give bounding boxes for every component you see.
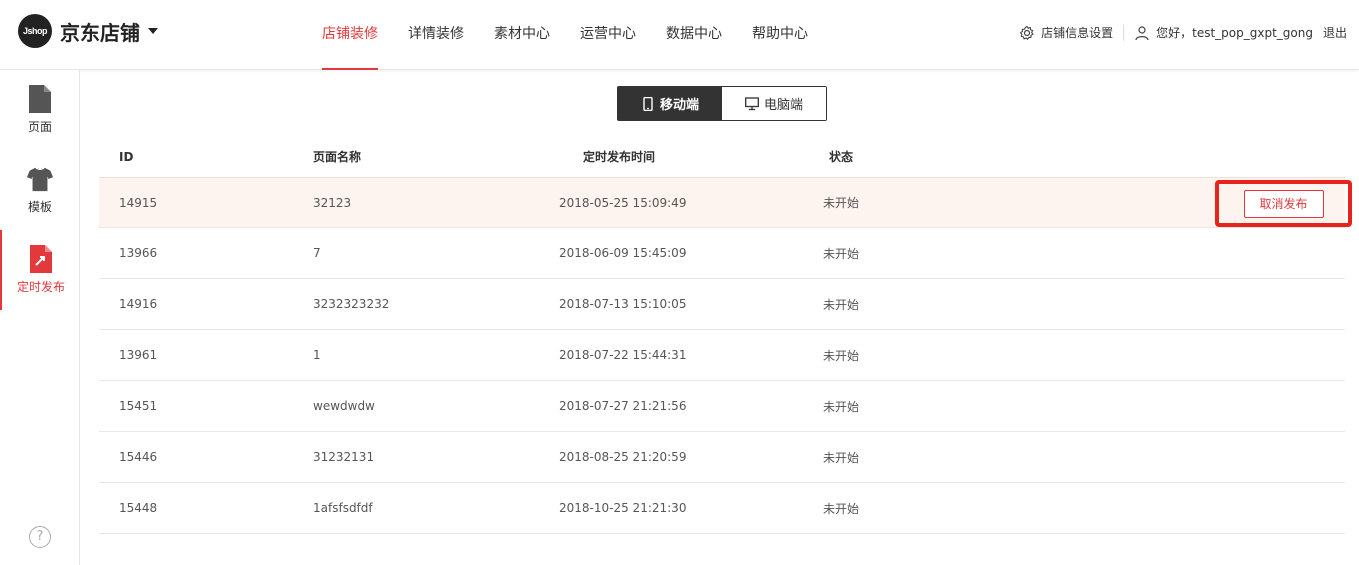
left-sidebar: 页面 模板 定时发布 ?	[0, 70, 80, 565]
scheduled-publish-icon	[30, 245, 52, 273]
cell-id: 14916	[119, 297, 158, 311]
cell-name: 7	[313, 246, 321, 260]
cell-status: 未开始	[823, 348, 860, 363]
help-icon[interactable]: ?	[29, 526, 51, 548]
cell-time: 2018-06-09 15:45:09	[559, 246, 687, 260]
cell-id: 13961	[119, 348, 158, 362]
table-row[interactable]: 15446 31232131 2018-08-25 21:20:59 未开始	[99, 432, 1345, 483]
cell-id: 15448	[119, 501, 158, 515]
gear-icon	[1019, 25, 1034, 40]
cell-status: 未开始	[823, 501, 860, 516]
cell-name: 3232323232	[313, 297, 390, 311]
mobile-toggle-button[interactable]: 移动端	[618, 87, 722, 120]
table-header: ID 页面名称 定时发布时间 状态	[99, 136, 1345, 177]
nav-data-center[interactable]: 数据中心	[666, 0, 722, 70]
monitor-icon	[745, 96, 759, 110]
mobile-toggle-label: 移动端	[659, 98, 699, 113]
col-header-name: 页面名称	[313, 150, 362, 164]
table-row[interactable]: 15448 1afsfsdfdf 2018-10-25 21:21:30 未开始	[99, 483, 1345, 534]
header-divider	[1123, 24, 1125, 41]
cell-name: 1afsfsdfdf	[313, 501, 373, 515]
user-icon	[1135, 25, 1149, 40]
sidebar-item-scheduled[interactable]: 定时发布	[0, 230, 80, 310]
cell-name: wewdwdw	[313, 399, 375, 413]
sidebar-item-page[interactable]: 页面	[0, 70, 80, 150]
tshirt-icon	[26, 167, 54, 192]
cell-time: 2018-07-22 15:44:31	[559, 348, 687, 362]
jshop-logo-icon: Jshop	[18, 14, 52, 48]
page-icon	[29, 85, 51, 113]
pc-toggle-button[interactable]: 电脑端	[722, 87, 826, 120]
cell-time: 2018-08-25 21:20:59	[559, 450, 687, 464]
cell-time: 2018-05-25 15:09:49	[559, 195, 687, 210]
table-row[interactable]: 13966 7 2018-06-09 15:45:09 未开始	[99, 228, 1345, 279]
table-row[interactable]: 14916 3232323232 2018-07-13 15:10:05 未开始	[99, 279, 1345, 330]
mobile-phone-icon	[643, 96, 653, 111]
user-greeting: 您好，test_pop_gxpt_gong	[1134, 24, 1313, 41]
cell-time: 2018-10-25 21:21:30	[559, 501, 687, 515]
store-settings-link[interactable]: 店铺信息设置	[1019, 24, 1113, 41]
cell-time: 2018-07-27 21:21:56	[559, 399, 687, 413]
cell-name: 32123	[313, 195, 352, 210]
col-header-status: 状态	[829, 150, 854, 164]
table-row[interactable]: 14915 32123 2018-05-25 15:09:49 未开始 取消发布	[99, 177, 1352, 228]
annotation-highlight-box: 取消发布	[1215, 180, 1352, 227]
caret-down-icon[interactable]	[148, 28, 158, 34]
store-name: 京东店铺	[60, 20, 140, 45]
cell-status: 未开始	[823, 196, 860, 210]
table-row[interactable]: 15451 wewdwdw 2018-07-27 21:21:56 未开始	[99, 381, 1345, 432]
main-nav: 店铺装修 详情装修 素材中心 运营中心 数据中心 帮助中心	[322, 0, 838, 70]
sidebar-item-label: 模板	[27, 200, 52, 214]
greeting-text: 您好，test_pop_gxpt_gong	[1156, 26, 1313, 40]
table-row[interactable]: 13961 1 2018-07-22 15:44:31 未开始	[99, 330, 1345, 381]
sidebar-item-label: 页面	[27, 120, 52, 134]
store-settings-label: 店铺信息设置	[1041, 26, 1114, 40]
cancel-publish-button[interactable]: 取消发布	[1243, 189, 1324, 218]
cell-id: 15446	[119, 450, 158, 464]
sidebar-item-label: 定时发布	[16, 280, 65, 294]
nav-detail-decoration[interactable]: 详情装修	[408, 0, 464, 70]
store-logo-switcher[interactable]: Jshop 京东店铺	[18, 14, 158, 48]
cell-status: 未开始	[823, 399, 860, 414]
col-header-id: ID	[119, 149, 134, 164]
cell-status: 未开始	[823, 450, 860, 465]
cell-name: 31232131	[313, 450, 375, 464]
col-header-time: 定时发布时间	[583, 150, 656, 164]
cell-time: 2018-07-13 15:10:05	[559, 297, 687, 311]
header-user-area: 店铺信息设置 您好，test_pop_gxpt_gong 退出	[1019, 24, 1347, 41]
cell-status: 未开始	[823, 297, 860, 312]
nav-store-decoration[interactable]: 店铺装修	[322, 0, 378, 70]
nav-material-center[interactable]: 素材中心	[494, 0, 550, 70]
cell-id: 15451	[119, 399, 158, 413]
cell-status: 未开始	[823, 246, 860, 261]
cell-name: 1	[313, 348, 321, 362]
nav-help-center[interactable]: 帮助中心	[752, 0, 808, 70]
cell-id: 14915	[119, 195, 158, 210]
top-header: Jshop 京东店铺 店铺装修 详情装修 素材中心 运营中心 数据中心 帮助中心…	[0, 0, 1359, 70]
cell-id: 13966	[119, 246, 158, 260]
nav-operation-center[interactable]: 运营中心	[580, 0, 636, 70]
scheduled-publish-table: ID 页面名称 定时发布时间 状态 14915 32123 2018-05-25…	[99, 136, 1352, 534]
device-toggle: 移动端 电脑端	[617, 86, 827, 121]
logout-link[interactable]: 退出	[1323, 24, 1347, 41]
sidebar-item-template[interactable]: 模板	[0, 150, 80, 230]
pc-toggle-label: 电脑端	[763, 98, 803, 113]
